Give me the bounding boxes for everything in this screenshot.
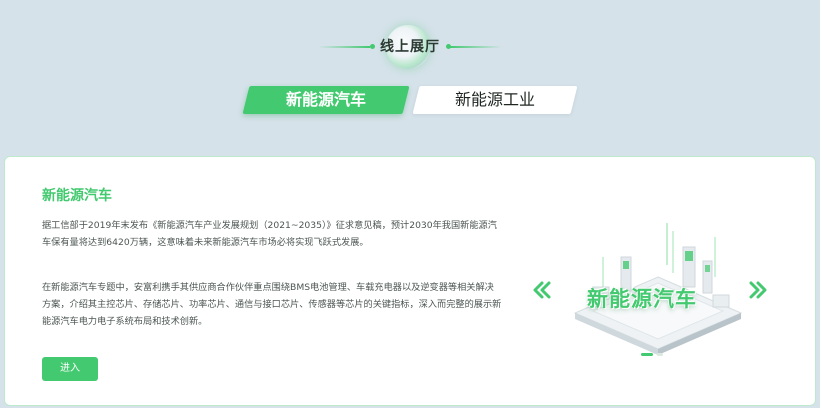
tab-new-energy-vehicle[interactable]: 新能源汽车 xyxy=(242,86,410,114)
tab-label: 新能源工业 xyxy=(454,90,535,109)
carousel-pagination xyxy=(641,353,681,357)
carousel: 新能源汽车 xyxy=(525,217,801,367)
page-title: 线上展厅 xyxy=(380,39,440,55)
hall-header: 线上展厅 xyxy=(0,22,820,72)
intro-paragraph: 据工信部于2019年末发布《新能源汽车产业发展规划（2021~2035）》征求意… xyxy=(42,220,497,248)
detail-paragraph: 在新能源汽车专题中，安富利携手其供应商合作伙伴重点围绕BMS电池管理、车载充电器… xyxy=(42,282,502,327)
category-tabs: 新能源汽车 新能源工业 xyxy=(242,86,582,116)
section-title: 新能源汽车 xyxy=(42,188,112,204)
carousel-dot-1[interactable] xyxy=(641,353,653,356)
slide-label: 新能源汽车 xyxy=(587,287,697,311)
tab-new-energy-industry[interactable]: 新能源工业 xyxy=(412,86,578,114)
carousel-dot-2[interactable] xyxy=(657,353,663,356)
chevron-double-right-icon[interactable] xyxy=(747,279,769,301)
chevron-double-left-icon[interactable] xyxy=(531,279,553,301)
content-card: 新能源汽车 据工信部于2019年末发布《新能源汽车产业发展规划（2021~203… xyxy=(4,156,816,406)
tab-label: 新能源汽车 xyxy=(285,90,366,109)
enter-button[interactable]: 进入 xyxy=(42,357,98,381)
